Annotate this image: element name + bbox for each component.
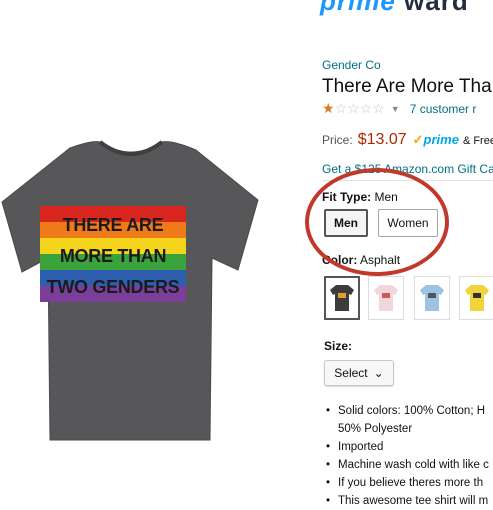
divider [322,180,493,181]
product-details: Gender Co There Are More Tha ★☆☆☆☆ ▼ 7 c… [322,0,493,510]
feature-bullets: Solid colors: 100% Cotton; H 50% Polyest… [324,402,493,510]
brand-link[interactable]: Gender Co [322,58,381,72]
shirt-line-3: TWO GENDERS [46,276,180,297]
chevron-down-icon[interactable]: ▼ [391,104,400,114]
color-swatch-yellow[interactable] [459,276,493,320]
color-label: Color: [322,253,358,267]
list-item: Solid colors: 100% Cotton; H [324,402,493,420]
price-row: Price: $13.07 ✓prime & Free [322,131,493,149]
list-item: If you believe theres more th [324,474,493,492]
color-swatch-pink[interactable] [368,276,404,320]
shirt-line-2: MORE THAN [59,245,167,266]
size-select[interactable]: Select ⌄ [324,360,394,386]
list-item: Machine wash cold with like c [324,456,493,474]
tshirt-icon [330,285,354,311]
price-label: Price: [322,133,353,147]
tshirt-icon [374,285,398,311]
color-value: Asphalt [360,253,401,267]
color-swatch-asphalt[interactable] [324,276,360,320]
shirt-line-1: THERE ARE [62,215,164,236]
tshirt-icon [465,285,489,311]
fit-type-row: Fit Type: Men [322,190,398,204]
rating-row: ★☆☆☆☆ ▼ 7 customer r [322,100,476,117]
color-swatch-blue[interactable] [414,276,450,320]
color-row: Color: Asphalt [322,253,400,267]
checkmark-icon: ✓ [412,132,424,147]
fit-type-label: Fit Type: [322,190,372,204]
size-label: Size: [324,339,353,353]
prime-badge: ✓prime [412,132,459,147]
fit-women-button[interactable]: Women [378,209,438,237]
price-value: $13.07 [357,131,407,148]
shirt-print-text: THERE ARE MORE THAN TWO GENDERS [40,210,186,302]
fit-men-button[interactable]: Men [324,209,368,237]
customer-reviews-link[interactable]: 7 customer r [410,102,477,116]
free-shipping-text[interactable]: & Free [463,135,493,147]
list-item: Imported [324,438,493,456]
list-item: This awesome tee shirt will m [324,492,493,510]
fit-type-value: Men [374,190,398,204]
gift-card-link[interactable]: Get a $125 Amazon.com Gift Ca [322,162,493,176]
chevron-down-icon: ⌄ [373,366,384,380]
product-title: There Are More Tha [322,76,492,97]
tshirt-icon [420,285,444,311]
star-rating-icon[interactable]: ★☆☆☆☆ [322,100,385,117]
size-select-label: Select [334,366,368,380]
list-item: 50% Polyester [338,423,413,435]
